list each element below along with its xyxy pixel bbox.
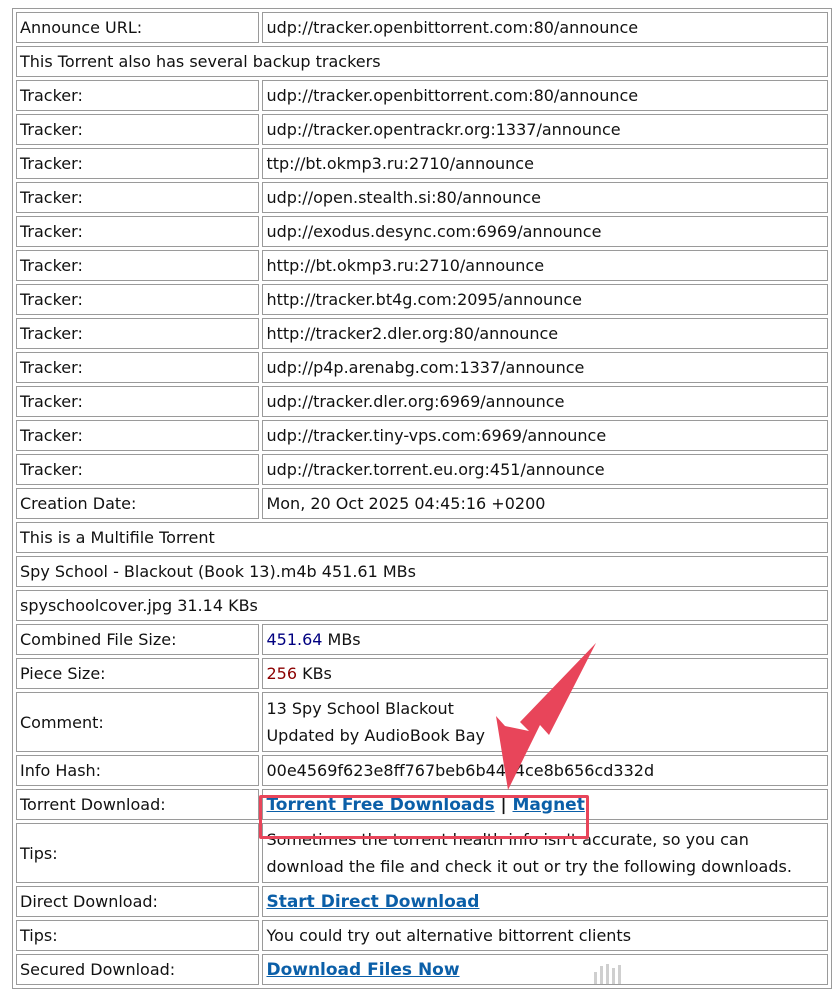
piece-size-unit: KBs (297, 664, 332, 683)
secured-download-cell: Download Files Now (262, 954, 828, 985)
piece-size-value: 256 KBs (262, 658, 828, 689)
comment-row: Comment: 13 Spy School Blackout Updated b… (16, 692, 828, 752)
tips-row: Tips: Sometimes the torrent health info … (16, 823, 828, 883)
tracker-label: Tracker: (16, 352, 260, 383)
direct-download-row: Direct Download: Start Direct Download (16, 886, 828, 917)
tracker-label: Tracker: (16, 80, 260, 111)
piece-size-row: Piece Size: 256 KBs (16, 658, 828, 689)
tracker-label: Tracker: (16, 318, 260, 349)
comment-line-2: Updated by AudioBook Bay (266, 726, 485, 745)
piece-size-number: 256 (266, 664, 297, 683)
tracker-label: Tracker: (16, 114, 260, 145)
tracker-value: udp://p4p.arenabg.com:1337/announce (262, 352, 828, 383)
tracker-label: Tracker: (16, 148, 260, 179)
tracker-value: udp://tracker.dler.org:6969/announce (262, 386, 828, 417)
tracker-label: Tracker: (16, 250, 260, 281)
comment-line-1: 13 Spy School Blackout (266, 699, 454, 718)
creation-date-label: Creation Date: (16, 488, 260, 519)
info-hash-row: Info Hash: 00e4569f623e8ff767beb6b44c4ce… (16, 755, 828, 786)
tracker-row: Tracker: udp://tracker.openbittorrent.co… (16, 80, 828, 111)
tracker-label: Tracker: (16, 216, 260, 247)
tracker-value: http://tracker.bt4g.com:2095/announce (262, 284, 828, 315)
secured-download-row: Secured Download: Download Files Now (16, 954, 828, 985)
combined-size-row: Combined File Size: 451.64 MBs (16, 624, 828, 655)
tips-value-2: You could try out alternative bittorrent… (262, 920, 828, 951)
link-separator: | (500, 794, 507, 814)
tracker-row: Tracker: udp://tracker.dler.org:6969/ann… (16, 386, 828, 417)
backup-note: This Torrent also has several backup tra… (16, 46, 828, 77)
tracker-row: Tracker: http://tracker.bt4g.com:2095/an… (16, 284, 828, 315)
tips-value: Sometimes the torrent health info isn't … (262, 823, 828, 883)
tracker-label: Tracker: (16, 454, 260, 485)
info-hash-label: Info Hash: (16, 755, 260, 786)
tracker-value: udp://open.stealth.si:80/announce (262, 182, 828, 213)
tracker-value: udp://tracker.torrent.eu.org:451/announc… (262, 454, 828, 485)
comment-value: 13 Spy School Blackout Updated by AudioBo… (262, 692, 828, 752)
tracker-label: Tracker: (16, 182, 260, 213)
direct-download-label: Direct Download: (16, 886, 260, 917)
tracker-row: Tracker: udp://p4p.arenabg.com:1337/anno… (16, 352, 828, 383)
tracker-label: Tracker: (16, 420, 260, 451)
tracker-row: Tracker: udp://open.stealth.si:80/announ… (16, 182, 828, 213)
file-row: Spy School - Blackout (Book 13).m4b 451.… (16, 556, 828, 587)
tracker-row: Tracker: ttp://bt.okmp3.ru:2710/announce (16, 148, 828, 179)
torrent-free-downloads-link[interactable]: Torrent Free Downloads (266, 795, 494, 815)
tracker-value: udp://tracker.tiny-vps.com:6969/announce (262, 420, 828, 451)
info-hash-value: 00e4569f623e8ff767beb6b44c4ce8b656cd332d (262, 755, 828, 786)
tracker-row: Tracker: udp://tracker.opentrackr.org:13… (16, 114, 828, 145)
tips-label: Tips: (16, 823, 260, 883)
tracker-row: Tracker: udp://tracker.tiny-vps.com:6969… (16, 420, 828, 451)
torrent-download-label: Torrent Download: (16, 789, 260, 820)
announce-label: Announce URL: (16, 12, 260, 43)
tips-label-2: Tips: (16, 920, 260, 951)
tracker-label: Tracker: (16, 284, 260, 315)
creation-date-value: Mon, 20 Oct 2025 04:45:16 +0200 (262, 488, 828, 519)
tracker-row: Tracker: udp://exodus.desync.com:6969/an… (16, 216, 828, 247)
tracker-value: http://tracker2.dler.org:80/announce (262, 318, 828, 349)
torrent-download-links: Torrent Free Downloads | Magnet (262, 789, 828, 820)
tracker-row: Tracker: http://bt.okmp3.ru:2710/announc… (16, 250, 828, 281)
magnet-link[interactable]: Magnet (513, 795, 585, 815)
start-direct-download-link[interactable]: Start Direct Download (266, 892, 479, 912)
tracker-row: Tracker: http://tracker2.dler.org:80/ann… (16, 318, 828, 349)
multifile-note-row: This is a Multifile Torrent (16, 522, 828, 553)
torrent-download-row: Torrent Download: Torrent Free Downloads… (16, 789, 828, 820)
piece-size-label: Piece Size: (16, 658, 260, 689)
announce-value: udp://tracker.openbittorrent.com:80/anno… (262, 12, 828, 43)
backup-note-row: This Torrent also has several backup tra… (16, 46, 828, 77)
download-files-now-link[interactable]: Download Files Now (266, 960, 459, 980)
tracker-value: ttp://bt.okmp3.ru:2710/announce (262, 148, 828, 179)
direct-download-cell: Start Direct Download (262, 886, 828, 917)
combined-size-value: 451.64 MBs (262, 624, 828, 655)
comment-label: Comment: (16, 692, 260, 752)
creation-date-row: Creation Date: Mon, 20 Oct 2025 04:45:16… (16, 488, 828, 519)
announce-row: Announce URL: udp://tracker.openbittorre… (16, 12, 828, 43)
secured-download-label: Secured Download: (16, 954, 260, 985)
combined-size-label: Combined File Size: (16, 624, 260, 655)
combined-size-unit: MBs (322, 630, 361, 649)
tracker-value: http://bt.okmp3.ru:2710/announce (262, 250, 828, 281)
tracker-row: Tracker: udp://tracker.torrent.eu.org:45… (16, 454, 828, 485)
multifile-note: This is a Multifile Torrent (16, 522, 828, 553)
file-row: spyschoolcover.jpg 31.14 KBs (16, 590, 828, 621)
tracker-value: udp://tracker.opentrackr.org:1337/announ… (262, 114, 828, 145)
file-entry: Spy School - Blackout (Book 13).m4b 451.… (16, 556, 828, 587)
tracker-label: Tracker: (16, 386, 260, 417)
tips-row-2: Tips: You could try out alternative bitt… (16, 920, 828, 951)
combined-size-number: 451.64 (266, 630, 323, 649)
tracker-value: udp://exodus.desync.com:6969/announce (262, 216, 828, 247)
tracker-value: udp://tracker.openbittorrent.com:80/anno… (262, 80, 828, 111)
torrent-info-table: Announce URL: udp://tracker.openbittorre… (12, 8, 832, 989)
file-entry: spyschoolcover.jpg 31.14 KBs (16, 590, 828, 621)
